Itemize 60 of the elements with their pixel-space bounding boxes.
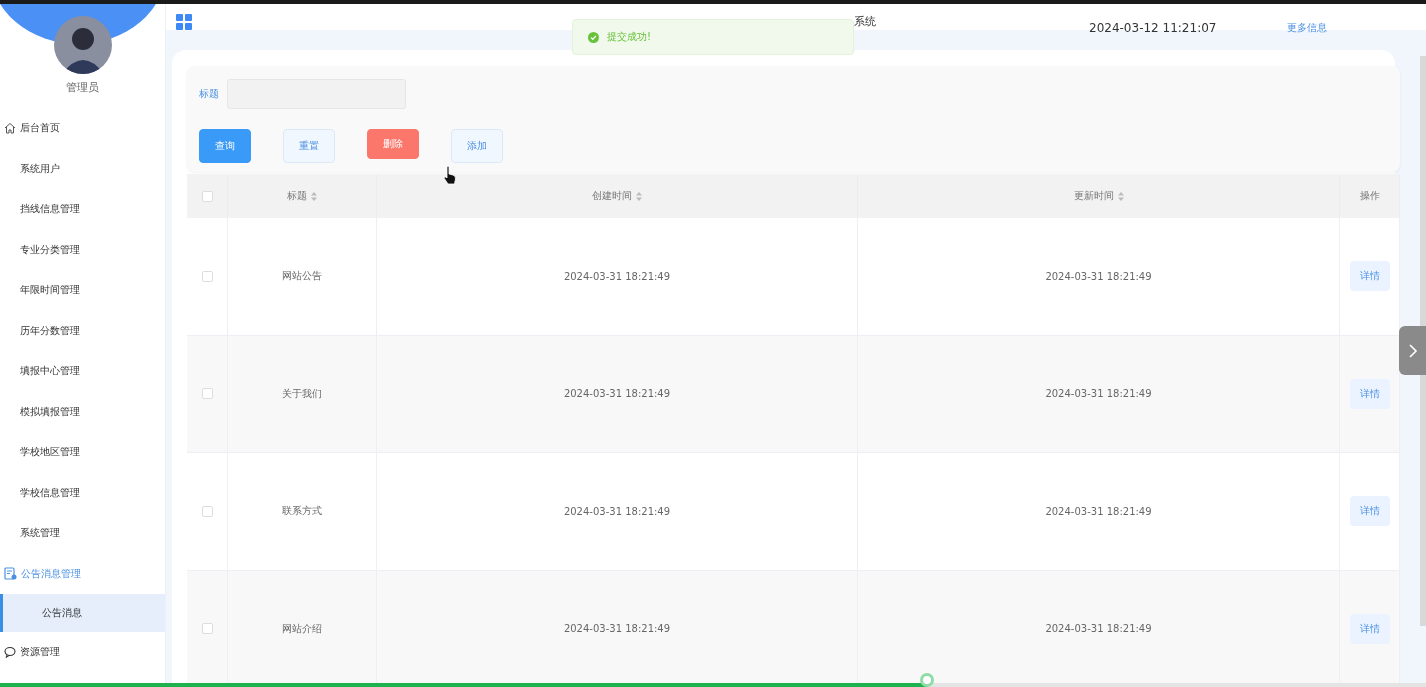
- detail-button[interactable]: 详情: [1349, 496, 1390, 527]
- column-header[interactable]: 创建时间: [592, 189, 632, 203]
- detail-button[interactable]: 详情: [1349, 261, 1390, 292]
- grid-icon[interactable]: [176, 14, 192, 30]
- sidebar-item[interactable]: 资源管理: [0, 632, 165, 673]
- sidebar-item[interactable]: 挡线信息管理: [0, 189, 165, 230]
- sort-icon[interactable]: [311, 191, 317, 201]
- table-cell: 联系方式: [282, 504, 322, 519]
- sidebar-item[interactable]: 公告消息管理: [0, 553, 165, 594]
- sidebar-item[interactable]: 专业分类管理: [0, 229, 165, 270]
- row-checkbox[interactable]: [201, 388, 213, 400]
- progress-track[interactable]: [0, 673, 1426, 687]
- sidebar-item[interactable]: 系统用户: [0, 148, 165, 189]
- table-cell: 网站介绍: [282, 621, 322, 636]
- column-header[interactable]: 更新时间: [1073, 189, 1114, 203]
- toast-message: 提交成功!: [607, 30, 651, 44]
- query-button[interactable]: 查询: [199, 129, 251, 163]
- column-header[interactable]: 标题: [287, 189, 307, 203]
- table-cell: 2024-03-31 18:21:49: [1045, 505, 1152, 517]
- column-header[interactable]: 操作: [1359, 189, 1380, 203]
- table-cell: 关于我们: [282, 386, 322, 401]
- table-cell: 2024-03-31 18:21:49: [563, 388, 671, 400]
- row-checkbox[interactable]: [201, 505, 213, 517]
- notice-icon: [4, 567, 17, 581]
- delete-button[interactable]: 删除: [367, 129, 419, 159]
- sort-icon[interactable]: [636, 191, 642, 201]
- sidebar-item[interactable]: 学校信息管理: [0, 472, 165, 513]
- sidebar-item[interactable]: 历年分数管理: [0, 310, 165, 351]
- home-icon: [4, 122, 16, 135]
- table-cell: 2024-03-31 18:21:49: [563, 505, 671, 517]
- sidebar-subitem[interactable]: 公告消息: [0, 594, 165, 632]
- detail-button[interactable]: 详情: [1349, 613, 1390, 644]
- select-all-checkbox[interactable]: [201, 190, 213, 202]
- sidebar-item[interactable]: 后台首页: [0, 108, 165, 149]
- action-button[interactable]: 重置: [283, 129, 335, 163]
- table-cell: 网站公告: [282, 269, 322, 284]
- next-button[interactable]: [1399, 326, 1426, 375]
- table-cell: 2024-03-31 18:21:49: [1045, 623, 1152, 635]
- sidebar-item[interactable]: 年限时间管理: [0, 270, 165, 311]
- sort-icon[interactable]: [1117, 191, 1124, 201]
- sidebar-item[interactable]: 学校地区管理: [0, 432, 165, 473]
- chevron-right-icon: [1407, 342, 1418, 359]
- system-title: 系统: [854, 14, 876, 29]
- table-cell: 2024-03-31 18:21:49: [563, 270, 671, 282]
- chat-icon: [4, 646, 16, 659]
- table-cell: 2024-03-31 18:21:49: [1045, 270, 1152, 282]
- user-name: 管理员: [66, 80, 99, 95]
- datetime: 2024-03-12 11:21:07: [1089, 21, 1217, 35]
- row-checkbox[interactable]: [201, 623, 213, 635]
- detail-button[interactable]: 详情: [1349, 378, 1390, 409]
- field-label: 标题: [199, 87, 219, 101]
- sidebar-item[interactable]: 填报中心管理: [0, 351, 165, 392]
- more-info-link[interactable]: 更多信息: [1287, 21, 1327, 35]
- check-circle-icon: [588, 31, 599, 43]
- sidebar-item[interactable]: 模拟填报管理: [0, 391, 165, 432]
- table-cell: 2024-03-31 18:21:49: [1045, 388, 1152, 400]
- sidebar-item[interactable]: 系统管理: [0, 513, 165, 554]
- table-cell: 2024-03-31 18:21:49: [563, 623, 671, 635]
- action-button[interactable]: 添加: [451, 129, 503, 163]
- row-checkbox[interactable]: [201, 270, 213, 282]
